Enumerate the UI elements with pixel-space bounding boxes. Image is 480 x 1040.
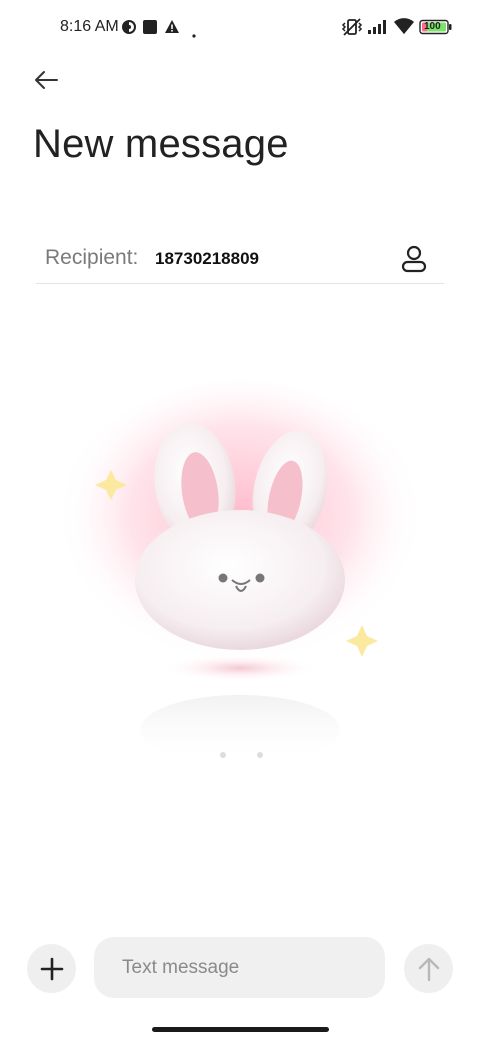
battery-level: 100: [424, 21, 441, 32]
wifi-icon: [393, 17, 415, 40]
plus-icon: [40, 957, 63, 980]
home-indicator[interactable]: [152, 1027, 329, 1032]
vibrate-off-icon: [341, 17, 363, 42]
empty-state-illustration: [55, 370, 440, 790]
send-button[interactable]: [404, 944, 453, 993]
signal-icon: [367, 19, 389, 40]
warning-icon: [164, 19, 180, 40]
dot-icon: [192, 25, 196, 43]
square-notification-icon: [142, 19, 158, 40]
recipient-value[interactable]: 18730218809: [155, 249, 259, 269]
bunny-illustration: [55, 380, 425, 765]
contact-picker-button[interactable]: [398, 242, 430, 276]
person-icon: [401, 245, 427, 273]
back-button[interactable]: [26, 62, 66, 98]
arrow-up-icon: [418, 957, 439, 981]
arrow-left-icon: [35, 71, 58, 89]
recipient-field[interactable]: Recipient: 18730218809: [36, 232, 444, 284]
recipient-label: Recipient:: [45, 246, 139, 269]
status-time: 8:16 AM: [60, 18, 119, 35]
message-input[interactable]: [94, 937, 385, 998]
page-title: New message: [33, 122, 289, 166]
add-attachment-button[interactable]: [27, 944, 76, 993]
app-notification-icon: [121, 19, 137, 40]
status-bar: 8:16 AM 100: [0, 0, 480, 56]
